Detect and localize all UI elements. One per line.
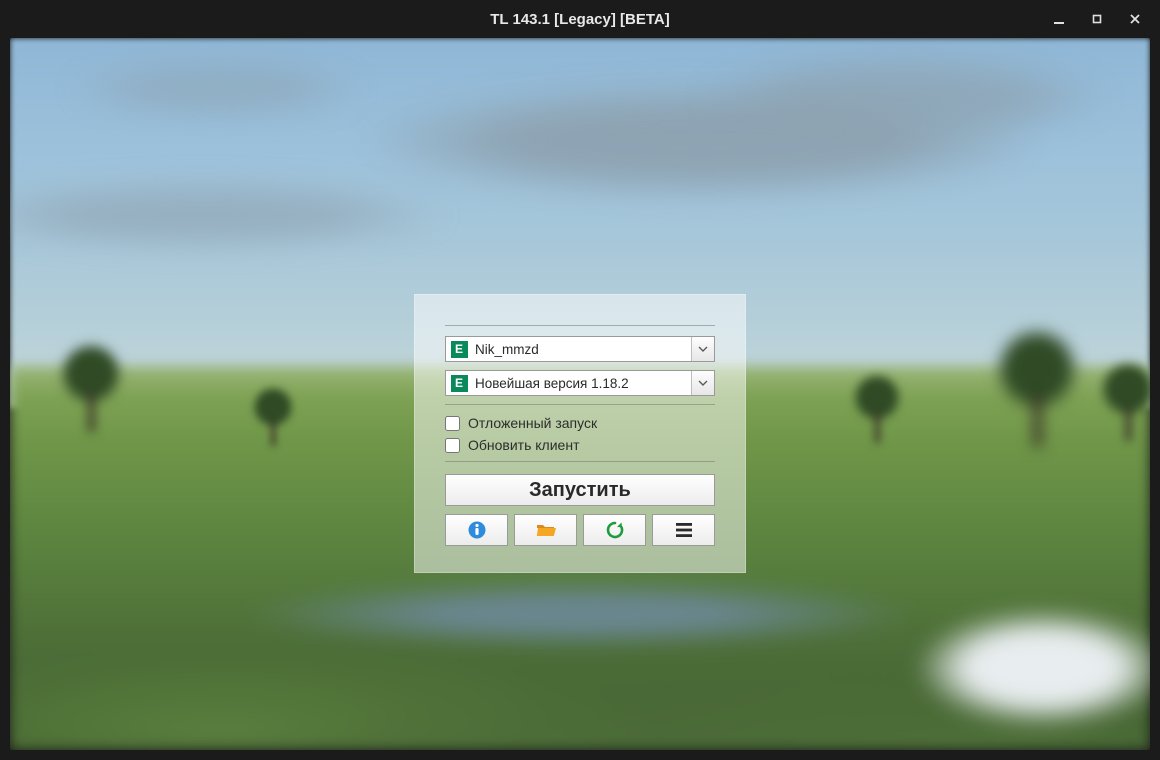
delayed-launch-row: Отложенный запуск	[445, 415, 715, 431]
account-badge-letter: E	[451, 341, 468, 358]
maximize-icon	[1091, 13, 1103, 25]
chevron-down-icon	[698, 346, 708, 352]
window-title: TL 143.1 [Legacy] [BETA]	[490, 11, 670, 28]
content-area: E Nik_mmzd E Новейшая версия 1.18.2	[10, 38, 1150, 750]
account-badge: E	[449, 339, 469, 359]
account-select[interactable]: E Nik_mmzd	[445, 336, 715, 362]
info-button[interactable]	[445, 514, 508, 546]
menu-icon	[675, 522, 693, 538]
version-badge-letter: E	[451, 375, 468, 392]
divider	[445, 404, 715, 405]
refresh-icon	[605, 520, 625, 540]
account-value: Nik_mmzd	[469, 337, 691, 361]
close-icon	[1129, 13, 1141, 25]
minimize-icon	[1053, 13, 1065, 25]
delayed-launch-label: Отложенный запуск	[468, 415, 597, 431]
menu-button[interactable]	[652, 514, 715, 546]
delayed-launch-checkbox[interactable]	[445, 416, 460, 431]
divider	[445, 461, 715, 462]
info-icon	[467, 520, 487, 540]
update-client-checkbox[interactable]	[445, 438, 460, 453]
titlebar: TL 143.1 [Legacy] [BETA]	[0, 0, 1160, 38]
launch-button[interactable]: Запустить	[445, 474, 715, 506]
refresh-button[interactable]	[583, 514, 646, 546]
login-panel: E Nik_mmzd E Новейшая версия 1.18.2	[414, 294, 746, 573]
version-badge: E	[449, 373, 469, 393]
folder-icon	[535, 520, 557, 540]
update-client-label: Обновить клиент	[468, 437, 579, 453]
window-controls	[1040, 0, 1154, 38]
minimize-button[interactable]	[1040, 0, 1078, 38]
toolbar	[445, 514, 715, 546]
account-dropdown-arrow[interactable]	[691, 337, 714, 361]
app-window: TL 143.1 [Legacy] [BETA]	[0, 0, 1160, 760]
folder-button[interactable]	[514, 514, 577, 546]
chevron-down-icon	[698, 380, 708, 386]
divider	[445, 325, 715, 326]
update-client-row: Обновить клиент	[445, 437, 715, 453]
version-select[interactable]: E Новейшая версия 1.18.2	[445, 370, 715, 396]
version-value: Новейшая версия 1.18.2	[469, 371, 691, 395]
maximize-button[interactable]	[1078, 0, 1116, 38]
version-dropdown-arrow[interactable]	[691, 371, 714, 395]
close-button[interactable]	[1116, 0, 1154, 38]
